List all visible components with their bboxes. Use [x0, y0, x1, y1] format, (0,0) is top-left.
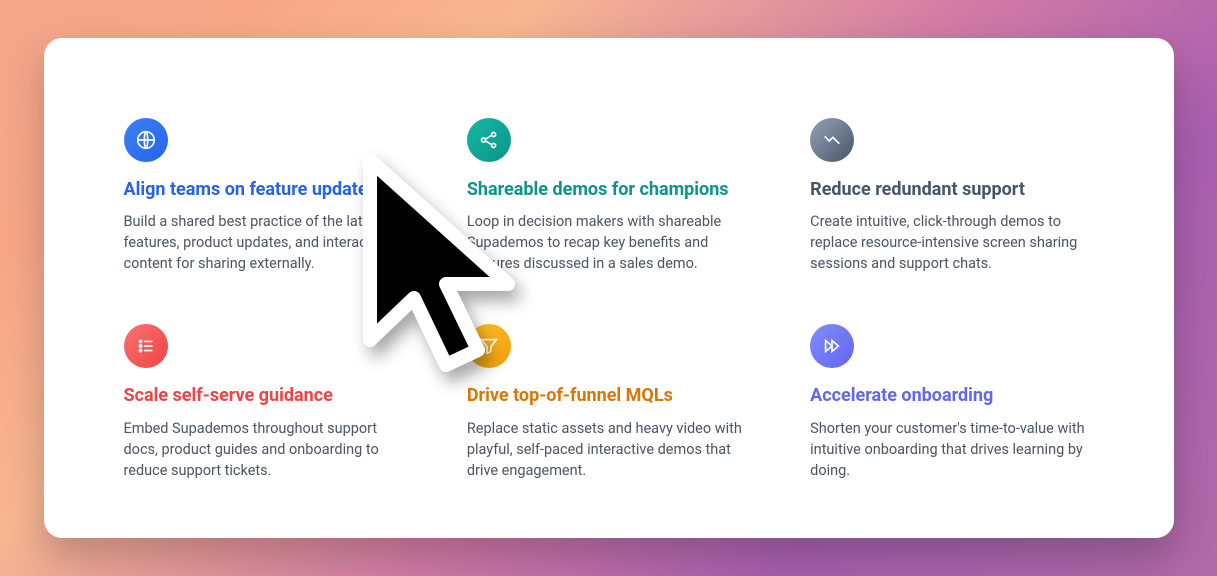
feature-align-teams: Align teams on feature updates Build a s… [124, 118, 407, 274]
feature-card: Align teams on feature updates Build a s… [44, 38, 1174, 538]
feature-desc: Loop in decision makers with shareable S… [467, 211, 750, 274]
feature-accelerate-onboarding: Accelerate onboarding Shorten your custo… [810, 324, 1093, 480]
globe-icon [124, 118, 168, 162]
forward-icon [810, 324, 854, 368]
feature-grid: Align teams on feature updates Build a s… [124, 118, 1094, 481]
feature-scale-guidance: Scale self-serve guidance Embed Supademo… [124, 324, 407, 480]
feature-desc: Build a shared best practice of the late… [124, 211, 407, 274]
feature-reduce-support: Reduce redundant support Create intuitiv… [810, 118, 1093, 274]
feature-shareable-demos: Shareable demos for champions Loop in de… [467, 118, 750, 274]
share-icon [467, 118, 511, 162]
feature-desc: Replace static assets and heavy video wi… [467, 418, 750, 481]
list-icon [124, 324, 168, 368]
feature-title: Reduce redundant support [810, 178, 1093, 201]
feature-title: Shareable demos for champions [467, 178, 750, 201]
trend-icon [810, 118, 854, 162]
filter-icon [467, 324, 511, 368]
feature-title: Align teams on feature updates [124, 178, 407, 201]
feature-desc: Embed Supademos throughout support docs,… [124, 418, 407, 481]
feature-title: Accelerate onboarding [810, 384, 1093, 407]
feature-desc: Shorten your customer's time-to-value wi… [810, 418, 1093, 481]
feature-title: Scale self-serve guidance [124, 384, 407, 407]
feature-desc: Create intuitive, click-through demos to… [810, 211, 1093, 274]
feature-title: Drive top-of-funnel MQLs [467, 384, 750, 407]
feature-drive-mqls: Drive top-of-funnel MQLs Replace static … [467, 324, 750, 480]
